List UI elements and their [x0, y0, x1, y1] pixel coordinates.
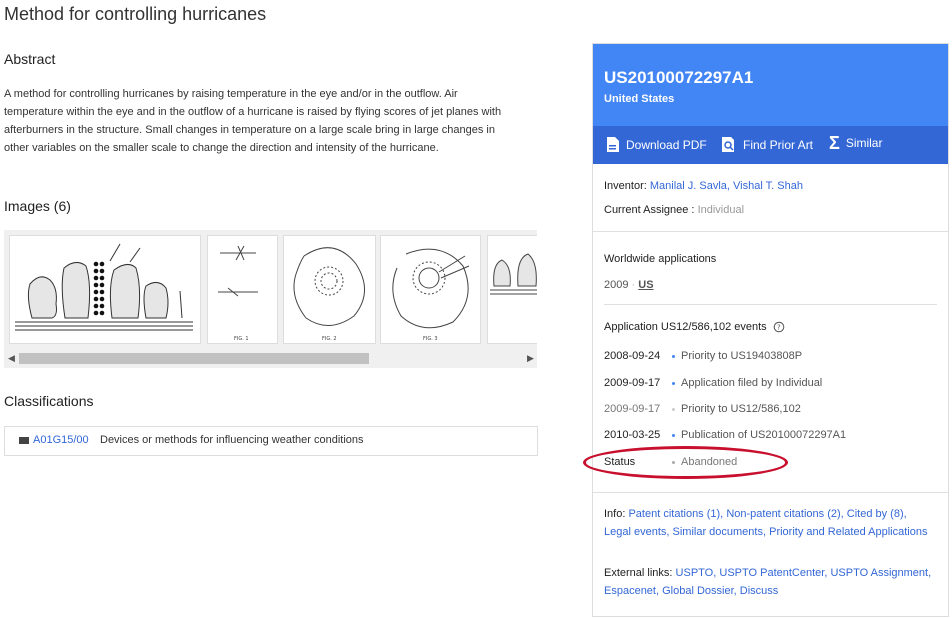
similar-documents-link[interactable]: Similar documents, [673, 526, 767, 538]
image-thumbnail-3[interactable]: FIG. 2 [283, 235, 376, 344]
images-heading: Images (6) [4, 198, 71, 214]
worldwide-row: 2009 · US [604, 279, 654, 291]
events-heading: Application US12/586,102 events [604, 321, 767, 333]
image-thumbnail-2[interactable]: FIG. 1 [207, 235, 278, 344]
global-dossier-link[interactable]: Global Dossier, [662, 585, 737, 597]
info-links: Info: Patent citations (1), Non-patent c… [604, 506, 934, 541]
event-date: 2008-09-24 [604, 350, 661, 362]
pdf-icon [607, 137, 619, 152]
event-date: 2009-09-17 [604, 377, 661, 389]
assignee-label: Current Assignee : [604, 204, 695, 216]
status-highlight-annotation [583, 446, 788, 479]
find-prior-art-label: Find Prior Art [743, 137, 814, 152]
timeline-dot [672, 434, 675, 437]
action-bar: Download PDF Find Prior Art Σ Similar [593, 126, 948, 164]
image-thumbnail-1[interactable] [9, 235, 201, 344]
help-icon[interactable]: ? [773, 321, 785, 333]
external-links-label: External links: [604, 567, 673, 579]
event-date: 2010-03-25 [604, 429, 661, 441]
uspto-patentcenter-link[interactable]: USPTO PatentCenter, [719, 567, 827, 579]
divider [593, 492, 948, 493]
tag-icon [19, 437, 29, 444]
inventor-row: Inventor: Manilal J. Savla, Vishal T. Sh… [604, 180, 803, 192]
inventor-link-1[interactable]: Manilal J. Savla [650, 180, 727, 192]
event-date: 2009-09-17 [604, 403, 661, 415]
event-text: Application filed by Individual [681, 377, 823, 389]
find-prior-art-button[interactable]: Find Prior Art [721, 136, 813, 153]
drawing-fig-main [15, 243, 193, 331]
worldwide-heading: Worldwide applications [604, 253, 717, 265]
classification-row: A01G15/00 Devices or methods for influen… [4, 426, 538, 456]
uspto-assignment-link[interactable]: USPTO Assignment, [830, 567, 931, 579]
classification-code-link[interactable]: A01G15/00 [33, 434, 89, 446]
publication-number: US20100072297A1 [604, 68, 754, 87]
page-title: Method for controlling hurricanes [4, 4, 267, 24]
discuss-link[interactable]: Discuss [740, 585, 779, 597]
similar-label: Similar [845, 136, 883, 150]
classifications-heading: Classifications [4, 393, 94, 409]
image-carousel[interactable]: FIG. 1 FIG. 2 FIG. 3 ◀ ▶ [4, 230, 537, 368]
download-pdf-label: Download PDF [626, 137, 707, 152]
worldwide-year: 2009 [604, 279, 629, 291]
abstract-heading: Abstract [4, 51, 56, 67]
abstract-text: A method for controlling hurricanes by r… [4, 88, 502, 154]
event-text: Priority to US12/586,102 [681, 403, 801, 415]
sigma-icon: Σ [829, 133, 840, 153]
similar-button[interactable]: Σ Similar [829, 133, 883, 153]
inventor-label: Inventor: [604, 180, 647, 192]
legal-events-link[interactable]: Legal events, [604, 526, 669, 538]
image-thumbnail-4[interactable]: FIG. 3 [380, 235, 481, 344]
classification-description: Devices or methods for influencing weath… [100, 434, 364, 446]
events-heading-row: Application US12/586,102 events ? [604, 321, 785, 333]
scroll-left-icon[interactable]: ◀ [8, 353, 15, 364]
assignee-row: Current Assignee : Individual [604, 204, 744, 216]
priority-applications-link[interactable]: Priority and Related Applications [769, 526, 927, 538]
scroll-right-icon[interactable]: ▶ [527, 353, 534, 364]
timeline-dot [672, 382, 675, 385]
fig-2-label: FIG. 2 [322, 336, 337, 342]
download-pdf-button[interactable]: Download PDF [606, 136, 707, 153]
info-label: Info: [604, 508, 626, 520]
patent-citations-link[interactable]: Patent citations (1), [628, 508, 723, 520]
carousel-scrollbar[interactable]: ◀ ▶ [4, 349, 537, 368]
panel-header: US20100072297A1 United States Download P… [593, 44, 948, 164]
assignee-value: Individual [697, 204, 745, 216]
event-text: Publication of US20100072297A1 [681, 429, 847, 441]
non-patent-citations-link[interactable]: Non-patent citations (2), [726, 508, 843, 520]
image-thumbnail-5[interactable] [487, 235, 537, 344]
timeline-dot [672, 355, 675, 358]
scrollbar-thumb[interactable] [19, 353, 369, 364]
svg-text:?: ? [777, 324, 781, 332]
worldwide-country-link[interactable]: US [638, 279, 653, 291]
publication-country: United States [604, 93, 675, 105]
inventor-link-2[interactable]: Vishal T. Shah [733, 180, 803, 192]
cited-by-link[interactable]: Cited by (8), [847, 508, 907, 520]
divider [593, 231, 948, 232]
external-links: External links: USPTO, USPTO PatentCente… [604, 565, 934, 600]
espacenet-link[interactable]: Espacenet, [604, 585, 659, 597]
prior-art-search-icon [722, 137, 734, 152]
timeline-dot [672, 408, 675, 411]
patent-info-panel: US20100072297A1 United States Download P… [592, 43, 949, 617]
event-text: Priority to US19403808P [681, 350, 803, 362]
fig-3-label: FIG. 3 [423, 336, 438, 342]
uspto-link[interactable]: USPTO, [676, 567, 717, 579]
divider [604, 304, 937, 305]
fig-1-label: FIG. 1 [234, 336, 249, 342]
